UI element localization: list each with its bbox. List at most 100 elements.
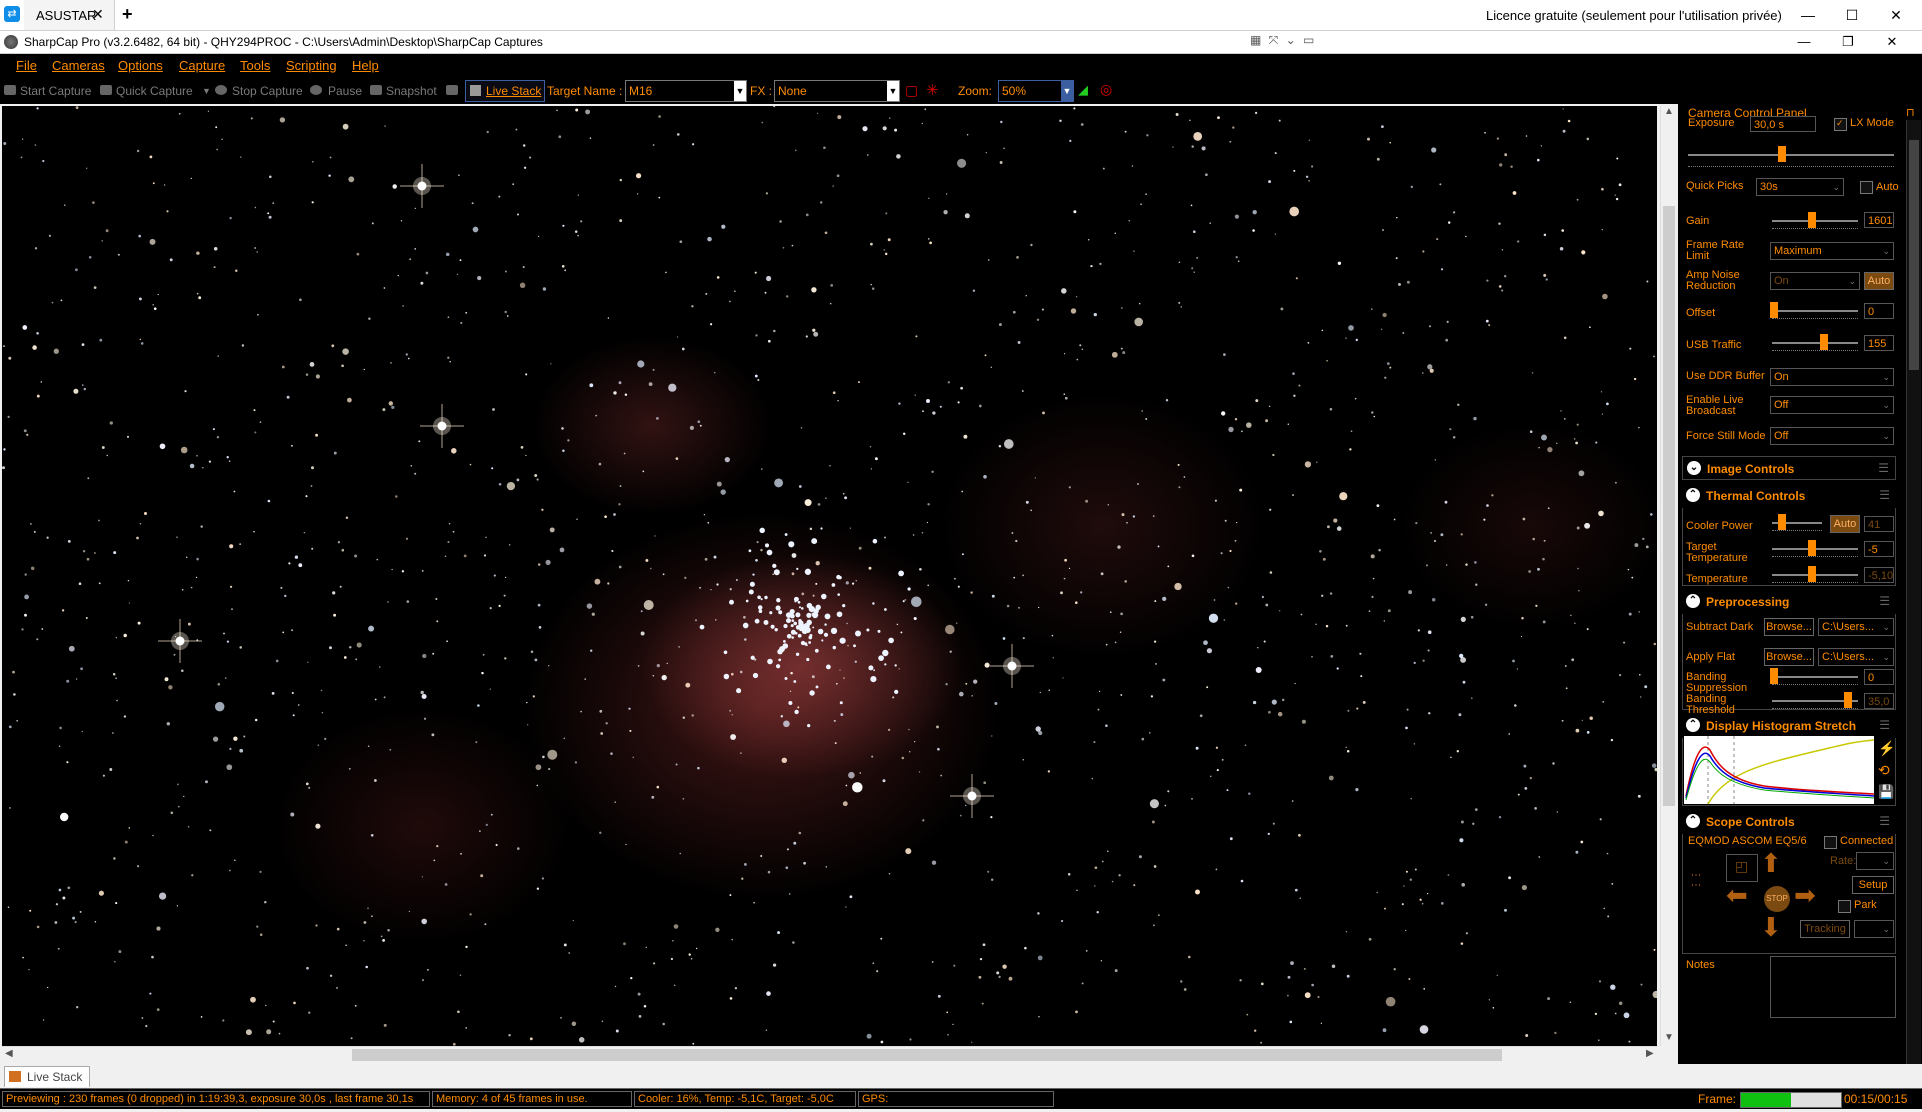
chevron-down-icon[interactable]: ▼: [887, 81, 899, 101]
live-stack-button[interactable]: Live Stack: [465, 80, 545, 102]
setup-button[interactable]: Setup: [1852, 876, 1894, 894]
usb-input[interactable]: 155: [1864, 335, 1894, 351]
image-controls-header[interactable]: ⌄ Image Controls ☰: [1682, 456, 1896, 480]
menu-file[interactable]: File: [16, 58, 37, 73]
new-tab-icon[interactable]: +: [122, 4, 133, 25]
amp-noise-select[interactable]: On ⌄: [1770, 272, 1860, 290]
chevron-down-icon[interactable]: ▼: [734, 81, 746, 101]
horizontal-scroll-thumb[interactable]: [352, 1049, 1502, 1061]
exposure-input[interactable]: 30,0 s: [1750, 116, 1816, 132]
quick-capture-button[interactable]: Quick Capture: [116, 84, 193, 98]
histogram-header[interactable]: ⌃ Display Histogram Stretch ☰: [1682, 714, 1896, 738]
arrow-left-icon[interactable]: ⬅: [1726, 880, 1748, 911]
menu-tools[interactable]: Tools: [240, 58, 270, 73]
fx-select[interactable]: None ▼: [774, 80, 900, 102]
tracking-button[interactable]: Tracking: [1800, 920, 1850, 938]
settings-icon[interactable]: [446, 85, 458, 95]
target-temp-input[interactable]: -5: [1864, 541, 1894, 557]
stop-button[interactable]: STOP: [1764, 886, 1790, 912]
collapse-icon[interactable]: ⌃: [1686, 594, 1700, 608]
histogram-graph[interactable]: [1684, 736, 1874, 804]
app-close-button[interactable]: ✕: [1872, 31, 1912, 53]
zoom-select[interactable]: 50% ▼: [998, 80, 1074, 102]
banding-supp-slider[interactable]: [1772, 676, 1858, 678]
minimize-button[interactable]: —: [1788, 4, 1828, 26]
pause-button[interactable]: Pause: [328, 84, 362, 98]
start-capture-button[interactable]: Start Capture: [20, 84, 91, 98]
selection-rect-icon[interactable]: ▢: [905, 82, 918, 99]
offset-input[interactable]: 0: [1864, 303, 1894, 319]
exposure-slider-thumb[interactable]: [1778, 146, 1786, 162]
banding-supp-input[interactable]: 0: [1864, 669, 1894, 685]
collapse-icon[interactable]: ⌃: [1686, 718, 1700, 732]
connected-checkbox[interactable]: [1824, 836, 1837, 849]
dark-path-select[interactable]: C:\Users... ⌄: [1818, 618, 1894, 636]
vertical-scrollbar[interactable]: ▲ ▼: [1660, 106, 1677, 1046]
park-checkbox[interactable]: [1838, 900, 1851, 913]
tracking-select[interactable]: ⌄: [1854, 920, 1894, 938]
lx-mode-checkbox[interactable]: ✓: [1834, 118, 1847, 131]
menu-icon[interactable]: ☰: [1878, 461, 1889, 475]
flat-path-select[interactable]: C:\Users... ⌄: [1818, 648, 1894, 666]
horizontal-scrollbar[interactable]: ◀ ▶: [2, 1046, 1658, 1063]
auto-stretch-icon[interactable]: ⚡: [1878, 740, 1895, 757]
live-stack-tab[interactable]: Live Stack: [4, 1066, 90, 1087]
gain-input[interactable]: 1601: [1864, 212, 1894, 228]
close-tab-icon[interactable]: ✕: [92, 6, 104, 23]
rate-select[interactable]: ⌄: [1856, 852, 1894, 870]
arrow-up-icon[interactable]: ⬆: [1760, 848, 1782, 879]
histogram-icon[interactable]: ◢: [1078, 82, 1088, 98]
panel-scrollbar[interactable]: [1906, 120, 1921, 1064]
flat-browse-button[interactable]: Browse...: [1764, 648, 1814, 666]
amp-noise-auto-button[interactable]: Auto: [1864, 272, 1894, 290]
menu-options[interactable]: Options: [118, 58, 163, 73]
offset-slider[interactable]: [1772, 310, 1858, 312]
menu-icon[interactable]: ☰: [1879, 488, 1890, 502]
banding-thresh-slider-thumb[interactable]: [1844, 692, 1852, 708]
menu-help[interactable]: Help: [352, 58, 379, 73]
frame-rate-select[interactable]: Maximum ⌄: [1770, 242, 1894, 260]
scope-controls-header[interactable]: ⌃ Scope Controls ☰: [1682, 810, 1896, 834]
quick-picks-select[interactable]: 30s ⌄: [1756, 178, 1844, 196]
exposure-auto-checkbox[interactable]: [1860, 181, 1873, 194]
scroll-down-icon[interactable]: ▼: [1664, 1032, 1674, 1043]
save-icon[interactable]: 💾: [1878, 784, 1894, 800]
remote-toolbar-icon[interactable]: ▦ ⤧ ⌄ ▭: [1250, 33, 1316, 48]
vertical-scroll-thumb[interactable]: [1663, 206, 1675, 806]
exposure-slider[interactable]: [1688, 154, 1894, 156]
close-button[interactable]: ✕: [1876, 4, 1916, 26]
scroll-up-icon[interactable]: ▲: [1664, 106, 1674, 117]
expand-icon[interactable]: ⌄: [1687, 461, 1701, 475]
app-minimize-button[interactable]: —: [1784, 31, 1824, 53]
chevron-down-icon[interactable]: ▼: [1061, 81, 1073, 101]
panel-scroll-thumb[interactable]: [1909, 140, 1919, 370]
usb-slider-thumb[interactable]: [1820, 334, 1828, 350]
collapse-icon[interactable]: ⌃: [1686, 814, 1700, 828]
snapshot-button[interactable]: Snapshot: [386, 84, 437, 98]
reticle-icon[interactable]: ✳: [926, 81, 939, 99]
banding-supp-slider-thumb[interactable]: [1770, 668, 1778, 684]
focus-icon[interactable]: ◎: [1100, 81, 1112, 98]
arrow-down-icon[interactable]: ⬇: [1760, 912, 1782, 943]
offset-slider-thumb[interactable]: [1770, 302, 1778, 318]
cooler-auto-button[interactable]: Auto: [1830, 515, 1860, 533]
ddr-buffer-select[interactable]: On ⌄: [1770, 368, 1894, 386]
pin-icon[interactable]: ⊓: [1906, 106, 1915, 119]
cooler-power-input[interactable]: 41: [1864, 516, 1894, 532]
sync-button[interactable]: ◰: [1726, 854, 1758, 882]
target-temp-slider-thumb[interactable]: [1808, 540, 1816, 556]
target-name-input[interactable]: M16 ▼: [625, 80, 747, 102]
menu-icon[interactable]: ☰: [1879, 814, 1890, 828]
dark-browse-button[interactable]: Browse...: [1764, 618, 1814, 636]
collapse-icon[interactable]: ⌃: [1686, 488, 1700, 502]
reset-icon[interactable]: ⟲: [1878, 762, 1890, 779]
chevron-down-icon[interactable]: ▼: [202, 86, 211, 96]
stop-capture-button[interactable]: Stop Capture: [232, 84, 303, 98]
notes-textarea[interactable]: [1770, 956, 1896, 1018]
image-viewport[interactable]: [2, 106, 1657, 1046]
session-tab[interactable]: ASUSTAR ✕: [24, 0, 115, 30]
scroll-left-icon[interactable]: ◀: [5, 1048, 13, 1059]
arrow-right-icon[interactable]: ➡: [1794, 880, 1816, 911]
cooler-power-slider-thumb[interactable]: [1778, 514, 1786, 530]
thermal-controls-header[interactable]: ⌃ Thermal Controls ☰: [1682, 484, 1896, 508]
